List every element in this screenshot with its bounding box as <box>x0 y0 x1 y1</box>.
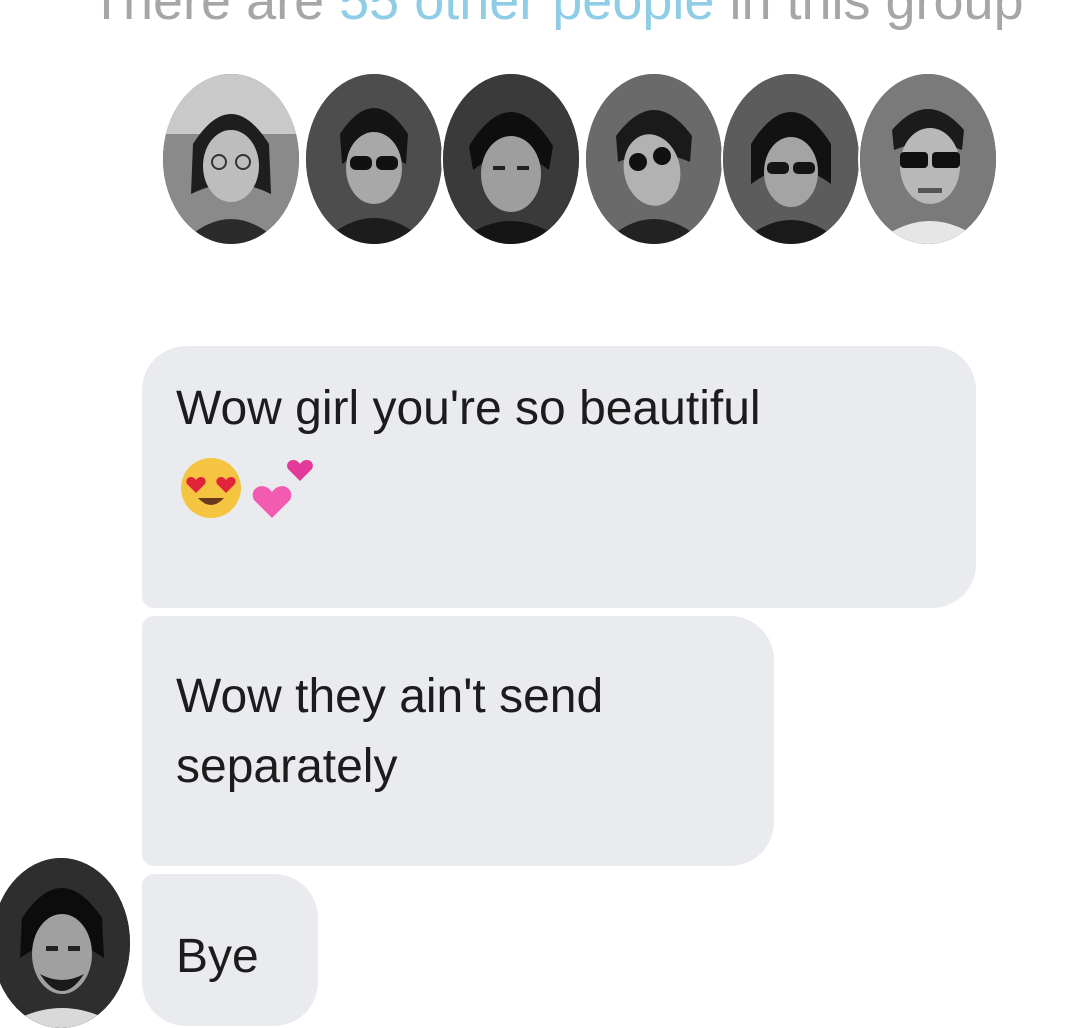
person-photo-icon <box>723 74 859 244</box>
member-avatar-5[interactable] <box>723 74 859 244</box>
group-info-text: There are 55 other people in this group <box>0 0 1068 33</box>
person-photo-icon <box>0 858 130 1028</box>
message-bubble[interactable]: Wow girl you're so beautiful <box>142 346 976 608</box>
member-avatar-3[interactable] <box>443 74 579 244</box>
heart-eyes-emoji-icon <box>181 458 241 518</box>
person-photo-icon <box>860 74 996 244</box>
member-avatar-4[interactable] <box>586 74 722 244</box>
person-photo-icon <box>443 74 579 244</box>
person-photo-icon <box>163 74 299 244</box>
group-info-suffix: in this group <box>714 0 1024 31</box>
person-photo-icon <box>586 74 722 244</box>
message-text: Bye <box>176 930 259 983</box>
member-avatars <box>163 74 1003 248</box>
person-photo-icon <box>306 74 442 244</box>
group-info-prefix: There are <box>90 0 340 31</box>
member-avatar-1[interactable] <box>163 74 299 244</box>
message-bubble[interactable]: Wow they ain't send separately <box>142 616 774 866</box>
message-text-line-2: separately <box>176 740 398 793</box>
member-avatar-6[interactable] <box>860 74 996 244</box>
member-avatar-2[interactable] <box>306 74 442 244</box>
two-hearts-emoji-icon <box>252 459 313 518</box>
message-text-line-1: Wow they ain't send <box>176 670 604 723</box>
message-text: Wow girl you're so beautiful <box>176 382 761 435</box>
emoji-row <box>176 452 944 522</box>
sender-avatar[interactable] <box>0 858 130 1028</box>
message-bubble[interactable]: Bye <box>142 874 318 1026</box>
other-people-link[interactable]: 55 other people <box>339 0 714 31</box>
